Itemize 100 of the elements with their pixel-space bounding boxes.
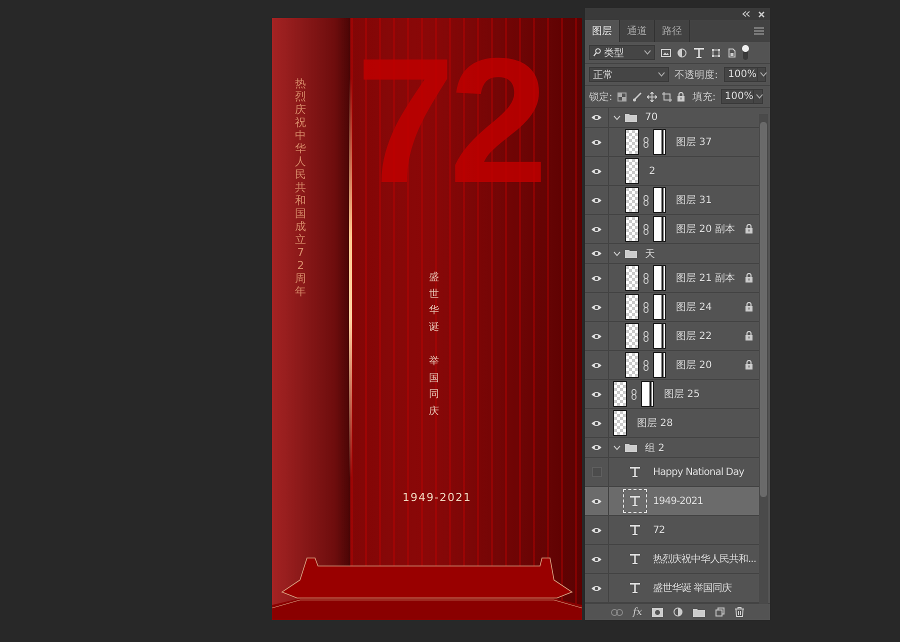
eye-icon[interactable] bbox=[591, 526, 602, 534]
layer-name[interactable]: Happy National Day bbox=[653, 466, 744, 478]
folder-icon[interactable] bbox=[693, 608, 706, 616]
text-layer-icon bbox=[629, 524, 641, 536]
caret-icon bbox=[658, 72, 665, 77]
eye-icon[interactable] bbox=[591, 584, 602, 592]
link-icon bbox=[643, 194, 649, 206]
layer-thumbnail bbox=[625, 265, 639, 291]
layer-thumbnail bbox=[625, 158, 639, 184]
text-layer-icon bbox=[629, 466, 641, 478]
layer-thumbnail bbox=[625, 187, 639, 213]
smart-object-icon[interactable] bbox=[727, 48, 737, 58]
shape-icon[interactable] bbox=[711, 48, 721, 58]
group-name[interactable]: 天 bbox=[645, 246, 655, 260]
opacity-field[interactable]: 100% bbox=[724, 67, 766, 82]
folder-icon bbox=[625, 443, 637, 452]
link-icon bbox=[643, 136, 649, 148]
eye-icon[interactable] bbox=[591, 556, 602, 562]
layer-name[interactable]: 图层 20 副本 bbox=[676, 222, 736, 236]
search-icon bbox=[593, 48, 601, 57]
eye-icon[interactable] bbox=[591, 304, 602, 310]
big-number: 72 bbox=[356, 32, 543, 210]
image-icon[interactable] bbox=[661, 48, 671, 58]
lock-label: 锁定: bbox=[589, 90, 612, 104]
layer-name[interactable]: 图层 25 bbox=[664, 387, 700, 401]
layer-name[interactable]: 2 bbox=[649, 166, 656, 176]
group-name[interactable]: 组 2 bbox=[645, 440, 665, 454]
text-filter-icon bbox=[693, 46, 705, 58]
folder-icon bbox=[625, 113, 637, 122]
slogan-text: 盛世华诞 bbox=[429, 270, 439, 334]
checkerboard-icon[interactable] bbox=[617, 92, 628, 102]
layer-name[interactable]: 热烈庆祝中华人民共和... bbox=[653, 552, 756, 566]
layer-thumbnail bbox=[625, 129, 639, 155]
eye-icon[interactable] bbox=[591, 362, 602, 368]
lock-icon[interactable] bbox=[677, 92, 686, 102]
layer-thumbnail bbox=[613, 381, 627, 407]
eye-icon[interactable] bbox=[591, 274, 602, 282]
layer-name[interactable]: 图层 31 bbox=[676, 193, 712, 207]
scrollbar[interactable] bbox=[759, 114, 768, 604]
text-layer-icon bbox=[629, 495, 641, 507]
year-range: 1949-2021 bbox=[402, 491, 472, 504]
caret-icon bbox=[756, 94, 764, 99]
layer-name[interactable]: 图层 21 副本 bbox=[676, 271, 736, 285]
effects-button[interactable]: fx bbox=[632, 606, 642, 618]
eye-icon[interactable] bbox=[591, 332, 602, 340]
layer-name[interactable]: 72 bbox=[653, 524, 665, 536]
eye-icon[interactable] bbox=[591, 390, 602, 398]
layer-name[interactable]: 图层 37 bbox=[676, 135, 712, 149]
filter-dropdown[interactable]: 类型 bbox=[589, 45, 655, 60]
brush-icon[interactable] bbox=[632, 92, 642, 102]
collapse-icon[interactable] bbox=[742, 11, 750, 17]
caret-icon bbox=[644, 50, 651, 55]
layer-name[interactable]: 图层 28 bbox=[637, 416, 673, 430]
eye-icon[interactable] bbox=[591, 196, 602, 204]
eye-icon[interactable] bbox=[591, 498, 602, 504]
panel-tab[interactable]: 通道 bbox=[620, 20, 655, 42]
folder-icon bbox=[625, 249, 637, 258]
chevron-icon[interactable] bbox=[613, 444, 621, 450]
eye-icon[interactable] bbox=[591, 138, 602, 146]
link-icon bbox=[631, 388, 637, 400]
layer-thumbnail bbox=[625, 352, 639, 378]
layer-name[interactable]: 盛世华诞 举国同庆 bbox=[653, 581, 732, 595]
eye-icon[interactable] bbox=[591, 420, 602, 426]
chevron-icon[interactable] bbox=[613, 114, 621, 120]
move-icon[interactable] bbox=[647, 92, 658, 102]
new-layer-icon[interactable] bbox=[715, 607, 726, 617]
eye-icon[interactable] bbox=[591, 226, 602, 232]
group-name[interactable]: 70 bbox=[645, 112, 658, 123]
eye-icon[interactable] bbox=[591, 444, 602, 451]
menu-icon[interactable] bbox=[754, 27, 764, 35]
panel-tab[interactable]: 路径 bbox=[655, 20, 690, 42]
layer-name[interactable]: 1949-2021 bbox=[653, 496, 704, 506]
text-layer-icon bbox=[629, 553, 641, 565]
layer-thumbnail bbox=[625, 294, 639, 320]
fill-field[interactable]: 100% bbox=[720, 89, 763, 104]
layer-name[interactable]: 图层 24 bbox=[676, 300, 712, 314]
eye-icon[interactable] bbox=[591, 114, 602, 121]
half-circle-icon[interactable] bbox=[677, 48, 687, 58]
layer-name[interactable]: 图层 22 bbox=[676, 329, 712, 343]
layer-thumbnail bbox=[625, 216, 639, 242]
layer-name[interactable]: 图层 20 bbox=[676, 358, 712, 372]
chevron-icon[interactable] bbox=[613, 250, 621, 256]
slogan-text: 举国同庆 bbox=[429, 354, 439, 418]
link-icon bbox=[643, 272, 649, 284]
panel-tab[interactable]: 图层 bbox=[585, 20, 620, 42]
trash-icon[interactable] bbox=[735, 607, 744, 617]
layer-thumbnail bbox=[613, 410, 627, 436]
link-icon bbox=[643, 360, 649, 370]
caret-icon bbox=[760, 72, 767, 77]
eye-icon[interactable] bbox=[591, 168, 602, 174]
side-caption: 热烈庆祝中华人民共和国成立72周年 bbox=[294, 78, 308, 298]
close-icon[interactable] bbox=[758, 10, 765, 18]
mask-icon[interactable] bbox=[652, 608, 664, 616]
artboard-icon[interactable] bbox=[662, 92, 672, 102]
opacity-label: 不透明度: bbox=[674, 68, 718, 82]
link-icon bbox=[643, 330, 649, 342]
blend-mode-dropdown[interactable]: 正常 bbox=[589, 67, 669, 82]
half-circle-icon[interactable] bbox=[673, 607, 684, 617]
eye-icon[interactable] bbox=[591, 250, 602, 257]
filter-toggle[interactable] bbox=[743, 46, 748, 60]
